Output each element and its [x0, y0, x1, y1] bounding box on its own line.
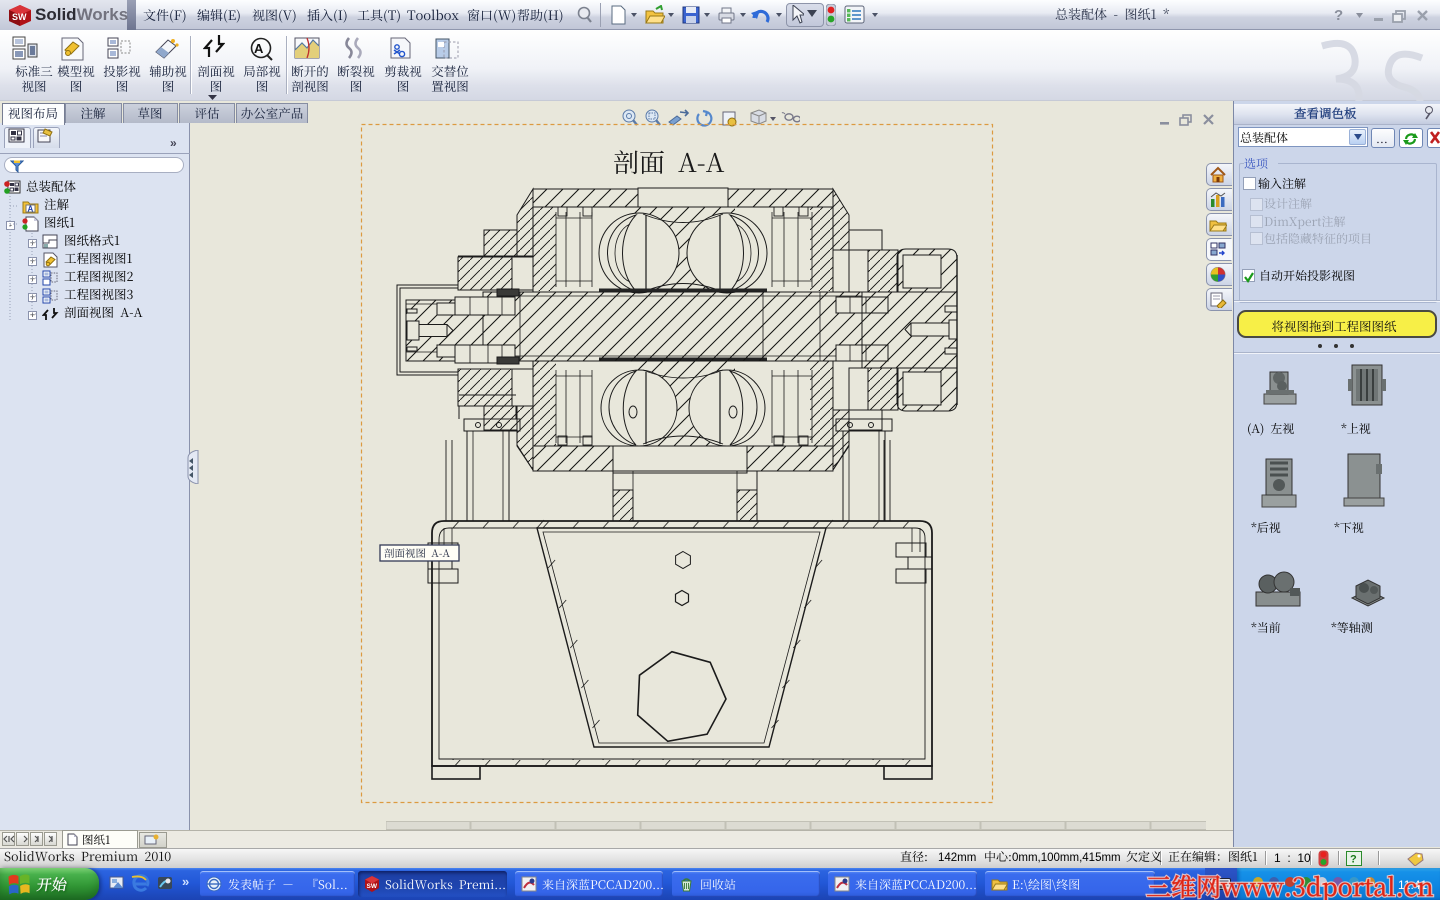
svg-text:SW: SW	[367, 883, 378, 890]
svg-text:?: ?	[1334, 7, 1343, 24]
svg-text:?: ?	[1350, 854, 1357, 866]
svg-text:SW: SW	[12, 12, 27, 22]
svg-text:A: A	[254, 41, 264, 56]
